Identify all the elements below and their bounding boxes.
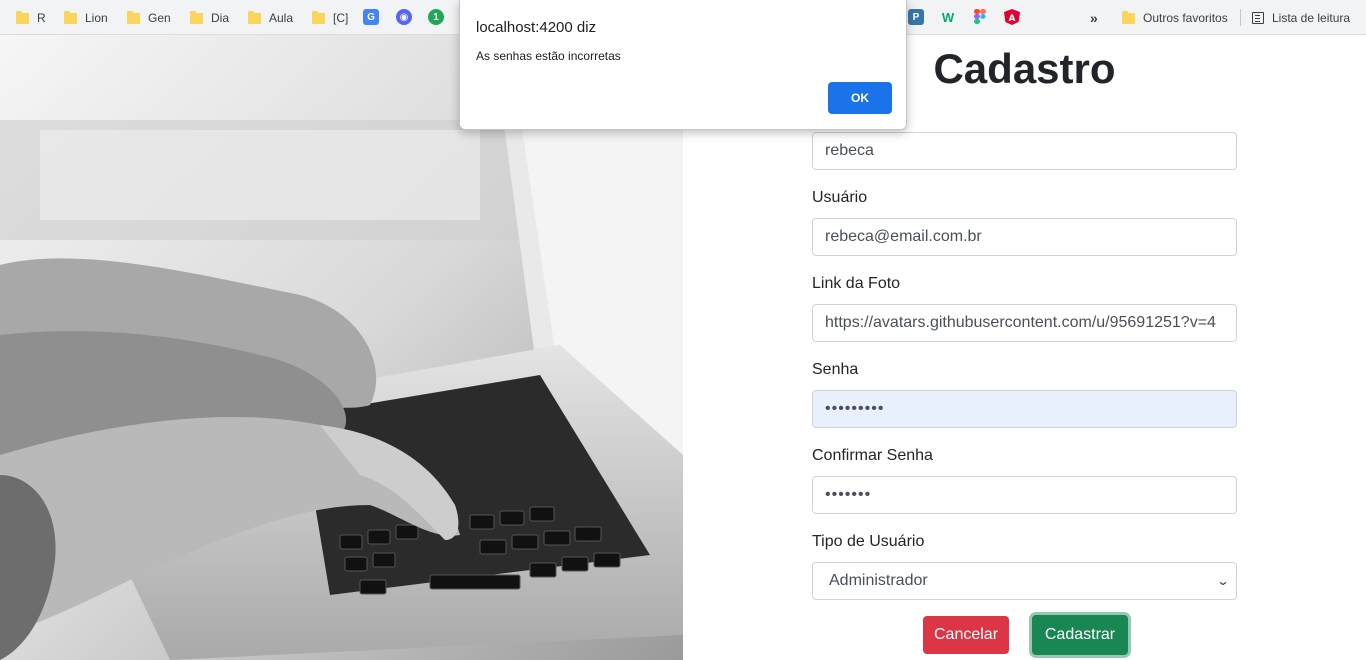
- dialog-message: As senhas estão incorretas: [476, 49, 621, 63]
- folder-icon: [1122, 11, 1135, 24]
- bookmark-label: Aula: [269, 10, 294, 25]
- password-input[interactable]: [812, 390, 1237, 428]
- user-type-select[interactable]: Administrador ⌄: [812, 562, 1237, 600]
- bookmark-folder-r[interactable]: R: [16, 0, 46, 35]
- folder-icon: [127, 11, 140, 24]
- alert-dialog: localhost:4200 diz As senhas estão incor…: [459, 0, 907, 130]
- angular-icon[interactable]: A: [1004, 9, 1020, 25]
- google-translate-icon[interactable]: G: [363, 9, 379, 25]
- cancel-button[interactable]: Cancelar: [923, 616, 1009, 654]
- chevron-down-icon: ⌄: [1216, 574, 1230, 588]
- submit-button[interactable]: Cadastrar: [1032, 615, 1128, 655]
- bookmark-label: Outros favoritos: [1143, 10, 1228, 25]
- bookmark-folder-dia[interactable]: Dia: [190, 0, 229, 35]
- bookmark-label: Lion: [85, 10, 108, 25]
- chevron-double-right-icon: »: [1090, 9, 1098, 26]
- python-icon[interactable]: P: [908, 9, 924, 25]
- green-badge-icon[interactable]: 1: [428, 9, 444, 25]
- photo-link-input[interactable]: [812, 304, 1237, 342]
- password-label: Senha: [812, 361, 859, 378]
- folder-icon: [248, 11, 261, 24]
- more-bookmarks-button[interactable]: »: [1090, 0, 1098, 35]
- confirm-password-label: Confirmar Senha: [812, 447, 933, 464]
- bookmarks-divider: [1240, 9, 1241, 26]
- dialog-title: localhost:4200 diz: [476, 19, 597, 36]
- bookmark-label: Dia: [211, 10, 230, 25]
- bookmark-outros-favoritos[interactable]: Outros favoritos: [1122, 0, 1228, 35]
- photo-link-label: Link da Foto: [812, 275, 901, 292]
- dialog-ok-button[interactable]: OK: [828, 82, 892, 114]
- user-label: Usuário: [812, 189, 868, 206]
- svg-text:A: A: [1009, 14, 1016, 24]
- folder-icon: [16, 11, 29, 24]
- confirm-password-input[interactable]: [812, 476, 1237, 514]
- bookmark-folder-lion[interactable]: Lion: [64, 0, 108, 35]
- reading-list-label: Lista de leitura: [1272, 10, 1351, 25]
- reading-list-icon: [1252, 11, 1264, 24]
- figma-icon[interactable]: [972, 9, 988, 25]
- bookmark-label: [C]: [333, 10, 349, 25]
- w3schools-icon[interactable]: W: [940, 9, 956, 25]
- user-type-selected-value: Administrador: [829, 572, 928, 589]
- user-type-label: Tipo de Usuário: [812, 533, 925, 550]
- bookmark-folder-aula[interactable]: Aula: [248, 0, 293, 35]
- folder-icon: [312, 11, 325, 24]
- reading-list-button[interactable]: Lista de leitura: [1252, 0, 1350, 35]
- bookmark-label: Gen: [148, 10, 171, 25]
- folder-icon: [190, 11, 203, 24]
- folder-icon: [64, 11, 77, 24]
- bookmark-label: R: [37, 10, 46, 25]
- discord-icon[interactable]: ◉: [396, 9, 412, 25]
- bookmark-folder-gen[interactable]: Gen: [127, 0, 171, 35]
- bookmark-folder-c[interactable]: [C]: [312, 0, 348, 35]
- name-input[interactable]: [812, 132, 1237, 170]
- user-input[interactable]: [812, 218, 1237, 256]
